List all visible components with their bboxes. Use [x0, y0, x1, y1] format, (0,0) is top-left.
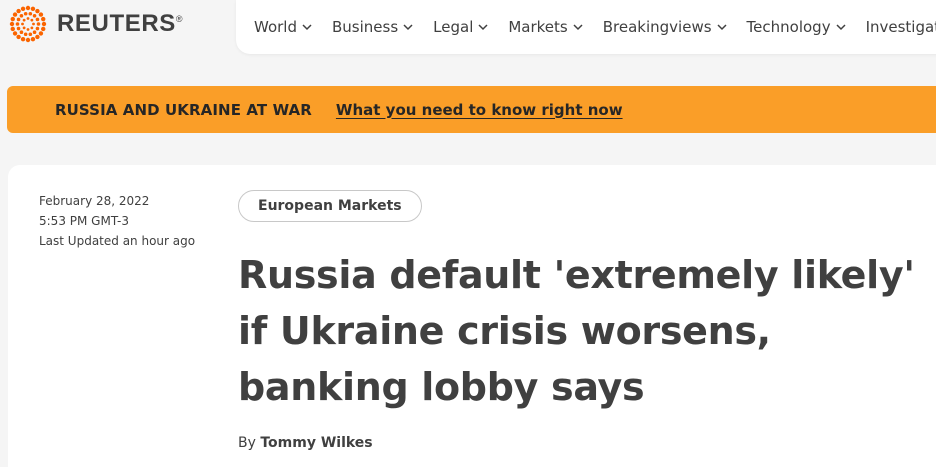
logo-dot	[30, 37, 36, 42]
article-meta: February 28, 2022 5:53 PM GMT-3 Last Upd…	[39, 191, 195, 251]
logo-dot	[41, 26, 46, 32]
logo-dot	[35, 34, 40, 40]
chevron-down-icon	[836, 24, 846, 31]
nav-item-label: Technology	[746, 18, 831, 36]
logo-dot	[20, 6, 26, 11]
nav-item-label: Markets	[508, 18, 568, 36]
logo-dot	[25, 37, 31, 43]
nav-item-investigations[interactable]: Investigations	[866, 18, 936, 36]
banner-label: RUSSIA AND UKRAINE AT WAR	[55, 100, 312, 119]
nav-item-breakingviews[interactable]: Breakingviews	[603, 18, 727, 36]
banner-link[interactable]: What you need to know right now	[336, 101, 623, 119]
logo-text: REUTERS®	[57, 10, 184, 37]
nav-item-label: Legal	[433, 18, 474, 36]
logo-dot	[30, 6, 36, 11]
logo-dot	[19, 30, 24, 35]
chevron-down-icon	[478, 24, 488, 31]
logo-dot	[35, 8, 40, 14]
logo-dot	[32, 13, 37, 18]
reuters-dots-icon	[9, 5, 47, 43]
chevron-down-icon	[717, 24, 727, 31]
nav-item-legal[interactable]: Legal	[433, 18, 488, 36]
author-link[interactable]: Tommy Wilkes	[260, 435, 372, 451]
nav-item-label: Investigations	[865, 18, 936, 36]
page: REUTERS® World Business Legal Markets Br…	[0, 0, 936, 467]
publish-time: 5:53 PM GMT-3	[39, 214, 130, 228]
nav-item-business[interactable]: Business	[332, 18, 413, 36]
logo-dot	[15, 22, 20, 26]
logo-dot	[16, 34, 21, 40]
chevron-down-icon	[573, 24, 583, 31]
logo-dot	[36, 22, 41, 26]
logo-dot	[20, 37, 26, 42]
nav-item-markets[interactable]: Markets	[508, 18, 583, 36]
logo-dot	[38, 12, 44, 17]
logo-dot	[22, 26, 26, 30]
chevron-down-icon	[403, 24, 413, 31]
logo-dot	[32, 22, 35, 26]
chevron-down-icon	[302, 24, 312, 31]
logo-dot	[16, 8, 21, 14]
byline-prefix: By	[238, 435, 256, 451]
logo-dot	[41, 21, 47, 27]
breaking-banner: RUSSIA AND UKRAINE AT WAR What you need …	[7, 86, 936, 133]
logo-dot	[10, 26, 15, 32]
logo-dot	[16, 17, 21, 22]
logo-dot	[12, 31, 18, 36]
logo-dot	[38, 31, 44, 36]
section-tag[interactable]: European Markets	[238, 190, 422, 222]
logo-dot	[12, 12, 18, 17]
reuters-logo[interactable]: REUTERS®	[8, 2, 183, 46]
article-headline: Russia default 'extremely likely' if Ukr…	[238, 253, 915, 409]
nav-item-label: World	[254, 18, 297, 36]
logo-dot	[25, 5, 31, 11]
logo-dot	[16, 26, 21, 31]
logo-dot	[9, 21, 15, 27]
main-nav: World Business Legal Markets Breakingvie…	[236, 0, 936, 54]
article-card: February 28, 2022 5:53 PM GMT-3 Last Upd…	[8, 165, 936, 467]
logo-dot	[22, 18, 26, 22]
nav-item-technology[interactable]: Technology	[747, 18, 846, 36]
nav-item-label: Breakingviews	[602, 18, 712, 36]
logo-dot	[10, 16, 15, 22]
last-updated: Last Updated an hour ago	[39, 234, 196, 248]
logo-dot	[23, 32, 28, 37]
logo-dot	[21, 22, 24, 26]
logo-dot	[35, 26, 40, 31]
logo-dot	[28, 11, 33, 16]
nav-item-world[interactable]: World	[254, 18, 312, 36]
byline: By Tommy Wilkes	[238, 435, 373, 451]
publish-date: February 28, 2022	[39, 194, 150, 208]
logo-dot	[28, 32, 33, 37]
logo-dot	[35, 17, 40, 22]
logo-dot	[19, 13, 24, 18]
logo-dot	[23, 11, 28, 16]
logo-dot	[32, 30, 37, 35]
logo-dot	[30, 26, 34, 30]
logo-dot	[30, 18, 34, 22]
logo-dot	[26, 17, 30, 20]
logo-dot	[26, 28, 30, 31]
logo-dot	[41, 16, 46, 22]
nav-item-label: Business	[332, 18, 399, 36]
